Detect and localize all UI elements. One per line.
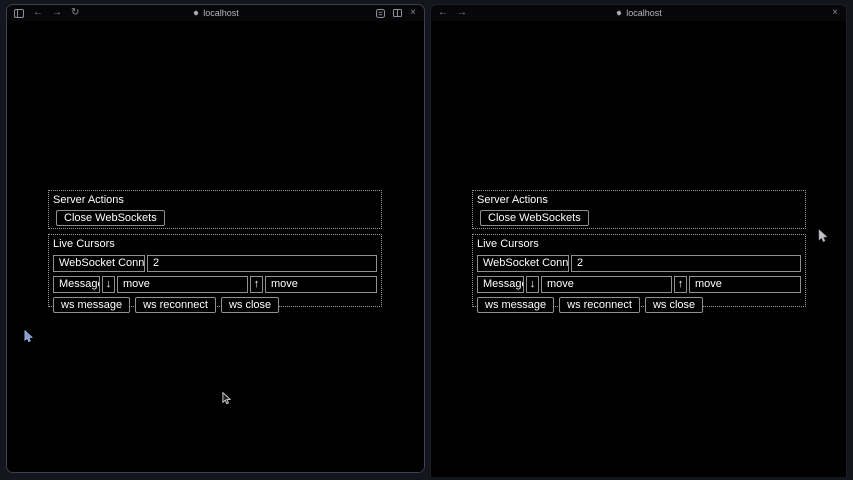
messages-row: Messages ↓ move ↑ move [477,276,801,293]
webpage: Server Actions Close WebSockets Live Cur… [431,21,846,477]
ws-close-button[interactable]: ws close [221,297,279,313]
incoming-message: move [689,276,801,293]
connections-row: WebSocket Connections 2 [53,255,377,272]
right-titlebar: ← → localhost × [431,5,846,21]
back-icon[interactable]: ← [438,8,448,18]
right-browser-window: ← → localhost × Server Actions Close Web… [430,4,847,477]
incoming-arrow-icon: ↑ [250,276,263,293]
ws-reconnect-button[interactable]: ws reconnect [559,297,640,313]
close-icon[interactable]: × [832,8,838,18]
connections-row: WebSocket Connections 2 [477,255,801,272]
live-cursors-panel: Live Cursors WebSocket Connections 2 Mes… [48,234,382,307]
outgoing-arrow-icon: ↓ [526,276,539,293]
close-icon[interactable]: × [410,8,416,18]
close-websockets-button[interactable]: Close WebSockets [480,210,589,226]
messages-label: Messages [477,276,524,293]
reader-list-icon[interactable] [376,9,385,18]
live-cursors-title: Live Cursors [477,238,801,251]
forward-icon[interactable]: → [457,8,467,18]
left-toolbar-actions: × [376,8,416,18]
live-cursors-title: Live Cursors [53,238,377,251]
back-icon[interactable]: ← [33,8,43,18]
ws-buttons-row: ws message ws reconnect ws close [53,297,377,313]
server-actions-panel: Server Actions Close WebSockets [48,190,382,229]
outgoing-message: move [541,276,672,293]
incoming-arrow-icon: ↑ [674,276,687,293]
left-titlebar: ← → ↻ localhost [7,5,424,21]
left-browser-window: ← → ↻ localhost [6,4,425,473]
server-actions-title: Server Actions [477,194,801,207]
close-websockets-button[interactable]: Close WebSockets [56,210,165,226]
right-toolbar-actions: × [832,8,838,18]
ws-reconnect-button[interactable]: ws reconnect [135,297,216,313]
messages-label: Messages [53,276,100,293]
link-icon [192,9,200,17]
ws-buttons-row: ws message ws reconnect ws close [477,297,801,313]
connections-count: 2 [571,255,801,272]
forward-icon[interactable]: → [52,8,62,18]
right-toolbar-nav: ← → [438,8,467,18]
ws-close-button[interactable]: ws close [645,297,703,313]
connections-label: WebSocket Connections [477,255,569,272]
sidebar-toggle-icon[interactable] [14,9,24,18]
live-cursors-panel: Live Cursors WebSocket Connections 2 Mes… [472,234,806,307]
ws-message-button[interactable]: ws message [477,297,554,313]
webpage: Server Actions Close WebSockets Live Cur… [7,21,424,472]
reload-icon[interactable]: ↻ [71,8,79,18]
server-actions-panel: Server Actions Close WebSockets [472,190,806,229]
page-title: localhost [203,8,239,18]
outgoing-arrow-icon: ↓ [102,276,115,293]
outgoing-message: move [117,276,248,293]
desktop: { "theme": { "desktop_bg": "#14161e", "w… [0,0,853,480]
incoming-message: move [265,276,377,293]
split-view-icon[interactable] [393,9,402,17]
connections-count: 2 [147,255,377,272]
server-actions-title: Server Actions [53,194,377,207]
page-title: localhost [626,8,662,18]
left-toolbar-nav: ← → ↻ [14,8,79,18]
connections-label: WebSocket Connections [53,255,145,272]
ws-message-button[interactable]: ws message [53,297,130,313]
address-title[interactable]: localhost [431,5,846,21]
link-icon [615,9,623,17]
messages-row: Messages ↓ move ↑ move [53,276,377,293]
